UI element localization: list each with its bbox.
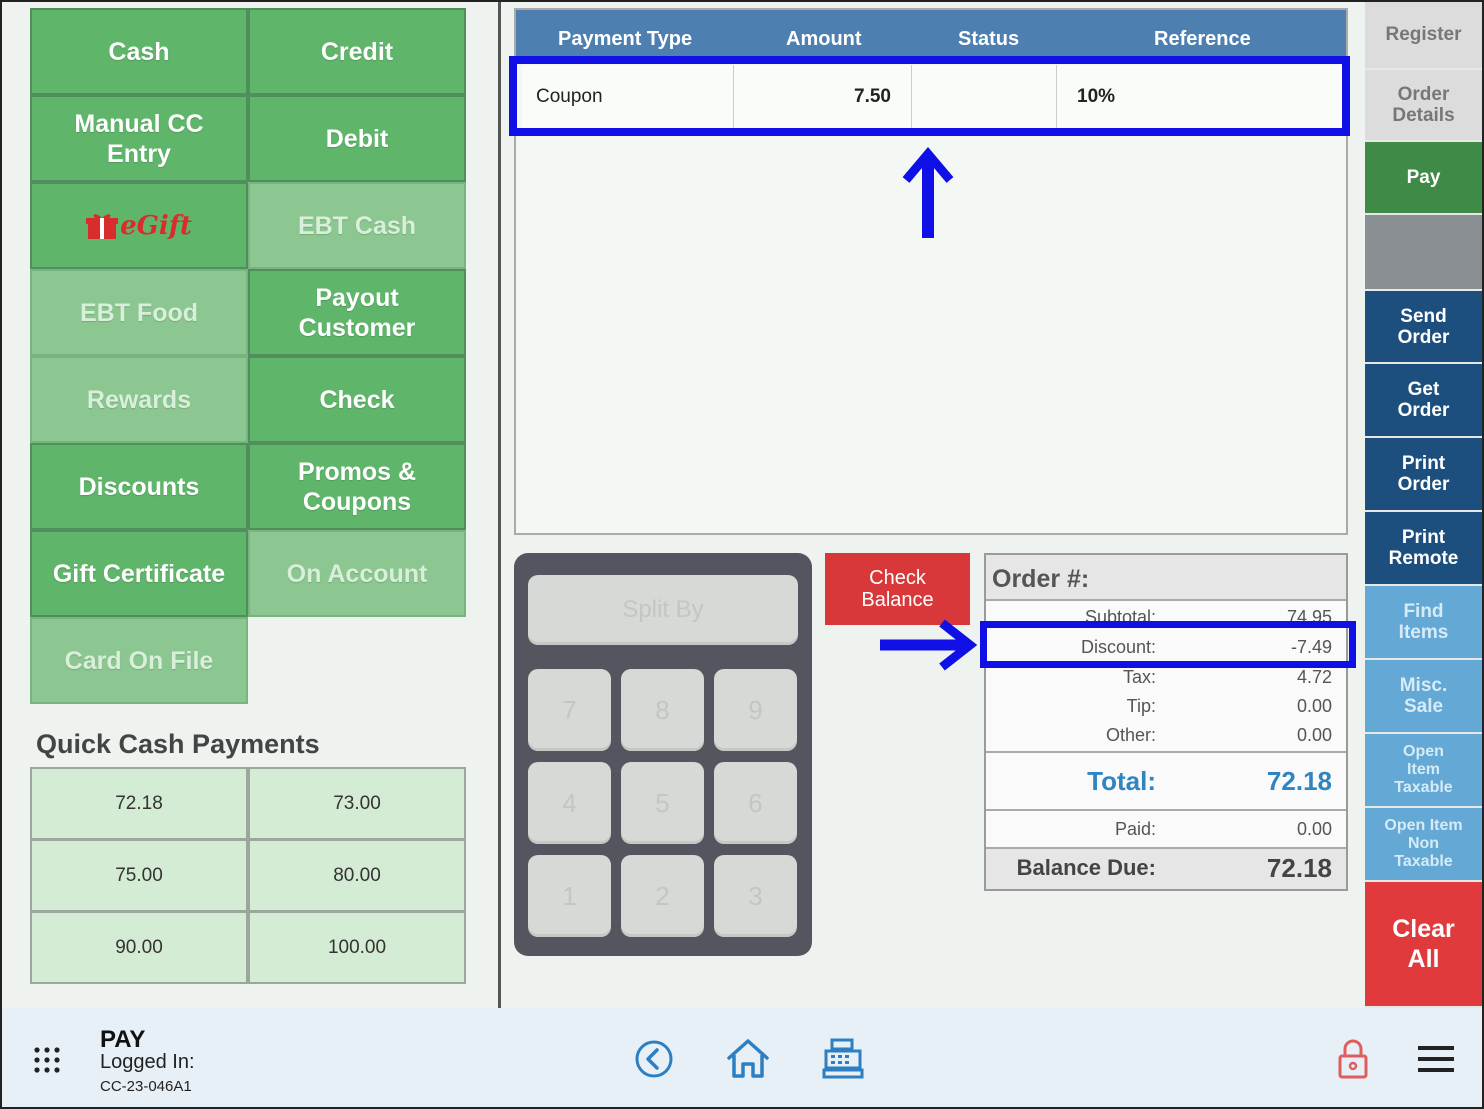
gift-certificate-button[interactable]: Gift Certificate <box>30 530 248 617</box>
bottom-bar: PAY Logged In: CC-23-046A1 <box>0 1008 1484 1109</box>
check-balance-button[interactable]: Check Balance <box>825 553 970 625</box>
keypad: Split By 7 8 9 4 5 6 1 2 3 <box>514 553 812 956</box>
home-icon[interactable] <box>726 1037 770 1079</box>
quick-cash-button[interactable]: 90.00 <box>30 911 248 984</box>
tip-label: Tip: <box>1126 696 1156 716</box>
send-order-button[interactable]: Send Order <box>1365 291 1482 364</box>
right-arrow-icon <box>880 619 978 671</box>
split-by-button[interactable]: Split By <box>528 575 798 645</box>
clear-all-button[interactable]: Clear All <box>1365 882 1482 1008</box>
tip-value: 0.00 <box>1296 696 1332 716</box>
order-number-title: Order #: <box>986 555 1346 601</box>
keypad-key-5[interactable]: 5 <box>621 762 704 844</box>
find-items-button[interactable]: Find Items <box>1365 586 1482 660</box>
egift-logo: eGift <box>86 211 192 241</box>
back-circle-icon[interactable] <box>634 1039 674 1079</box>
total-label: Total: <box>1087 766 1156 796</box>
keypad-key-4[interactable]: 4 <box>528 762 611 844</box>
print-remote-button[interactable]: Print Remote <box>1365 512 1482 586</box>
header-payment-type: Payment Type <box>558 28 693 50</box>
blank-slot <box>1365 215 1482 291</box>
credit-button[interactable]: Credit <box>248 8 466 95</box>
keypad-key-1[interactable]: 1 <box>528 855 611 937</box>
gift-box-icon <box>86 213 119 239</box>
open-item-non-taxable-button[interactable]: Open Item Non Taxable <box>1365 808 1482 882</box>
tax-value: 4.72 <box>1296 667 1332 687</box>
hamburger-menu-icon[interactable] <box>1418 1045 1454 1073</box>
egift-label: eGift <box>120 210 192 241</box>
keypad-key-7[interactable]: 7 <box>528 669 611 751</box>
ebt-cash-button[interactable]: EBT Cash <box>248 182 466 269</box>
quick-cash-title: Quick Cash Payments <box>36 729 320 759</box>
logged-in-label: Logged In: <box>100 1051 195 1073</box>
card-on-file-button[interactable]: Card On File <box>30 617 248 704</box>
lock-icon[interactable] <box>1337 1038 1369 1080</box>
paid-value: 0.00 <box>1296 819 1332 839</box>
rewards-button[interactable]: Rewards <box>30 356 248 443</box>
quick-cash-button[interactable]: 72.18 <box>30 767 248 840</box>
vertical-divider <box>498 0 501 1008</box>
cash-register-icon[interactable] <box>822 1037 864 1079</box>
get-order-button[interactable]: Get Order <box>1365 364 1482 438</box>
payments-table-header: Payment Type Amount Status Reference <box>516 10 1346 60</box>
quick-cash-button[interactable]: 73.00 <box>248 767 466 840</box>
balance-due-value: 72.18 <box>1266 853 1332 883</box>
on-account-button[interactable]: On Account <box>248 530 466 617</box>
keypad-key-2[interactable]: 2 <box>621 855 704 937</box>
screen-name: PAY <box>100 1026 146 1053</box>
promos-coupons-button[interactable]: Promos & Coupons <box>248 443 466 530</box>
ebt-food-button[interactable]: EBT Food <box>30 269 248 356</box>
other-value: 0.00 <box>1296 725 1332 745</box>
misc-sale-button[interactable]: Misc. Sale <box>1365 660 1482 734</box>
keypad-key-6[interactable]: 6 <box>714 762 797 844</box>
divider <box>986 751 1346 753</box>
paid-label: Paid: <box>1114 819 1156 839</box>
header-reference: Reference <box>1154 28 1251 50</box>
balance-due-label: Balance Due: <box>1016 855 1156 880</box>
tax-label: Tax: <box>1122 667 1156 687</box>
debit-button[interactable]: Debit <box>248 95 466 182</box>
open-item-taxable-button[interactable]: Open Item Taxable <box>1365 734 1482 808</box>
up-arrow-icon <box>902 147 954 238</box>
register-button[interactable]: Register <box>1365 0 1482 70</box>
terminal-id: CC-23-046A1 <box>100 1078 192 1095</box>
discounts-button[interactable]: Discounts <box>30 443 248 530</box>
header-status: Status <box>958 28 1020 50</box>
keypad-key-8[interactable]: 8 <box>621 669 704 751</box>
header-amount: Amount <box>786 28 862 50</box>
discount-row-highlight <box>980 621 1356 668</box>
print-order-button[interactable]: Print Order <box>1365 438 1482 512</box>
cash-button[interactable]: Cash <box>30 8 248 95</box>
check-button[interactable]: Check <box>248 356 466 443</box>
order-details-button[interactable]: Order Details <box>1365 70 1482 142</box>
quick-cash-button[interactable]: 100.00 <box>248 911 466 984</box>
egift-button[interactable]: eGift <box>30 182 248 269</box>
total-value: 72.18 <box>1266 766 1332 796</box>
manual-cc-entry-button[interactable]: Manual CC Entry <box>30 95 248 182</box>
quick-cash-button[interactable]: 75.00 <box>30 839 248 912</box>
payout-customer-button[interactable]: Payout Customer <box>248 269 466 356</box>
divider <box>986 809 1346 811</box>
check-balance-label: Check Balance <box>861 567 934 611</box>
other-label: Other: <box>1105 725 1156 745</box>
keypad-key-9[interactable]: 9 <box>714 669 797 751</box>
apps-grid-icon[interactable] <box>33 1046 61 1074</box>
keypad-key-3[interactable]: 3 <box>714 855 797 937</box>
coupon-row-highlight <box>509 56 1350 136</box>
quick-cash-button[interactable]: 80.00 <box>248 839 466 912</box>
order-summary: Order #: Subtotal: 74.95 Discount: -7.49… <box>984 553 1348 891</box>
pay-button[interactable]: Pay <box>1365 142 1482 215</box>
